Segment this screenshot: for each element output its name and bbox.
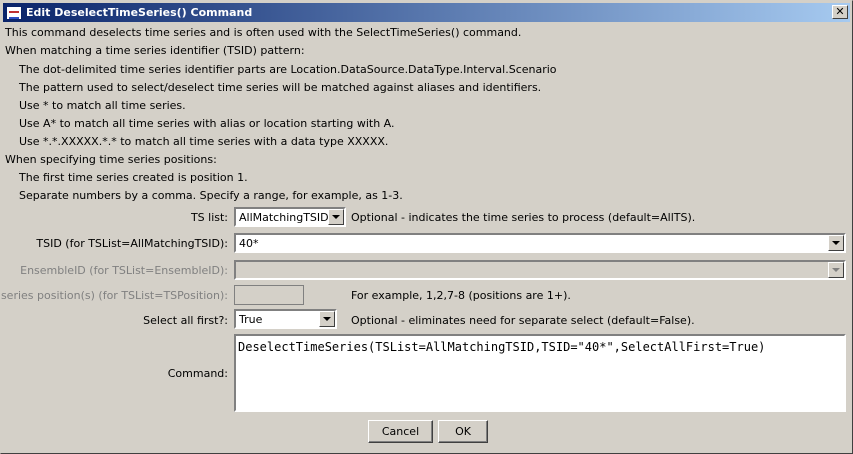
dialog-window: Edit DeselectTimeSeries() Command ✕ This… xyxy=(0,0,853,454)
ensemble-label: EnsembleID (for TSList=EnsembleID): xyxy=(20,264,228,277)
position-note: For example, 1,2,7-8 (positions are 1+). xyxy=(351,289,571,302)
chevron-down-icon[interactable] xyxy=(319,311,335,327)
tsid-combo[interactable]: 40* xyxy=(234,233,846,253)
command-textarea[interactable]: DeselectTimeSeries(TSList=AllMatchingTSI… xyxy=(234,334,846,412)
select-all-first-combo[interactable]: True xyxy=(234,309,337,329)
position-input[interactable] xyxy=(234,285,304,305)
command-label: Command: xyxy=(167,367,228,380)
chevron-down-icon[interactable] xyxy=(328,209,344,225)
description-line-9: The first time series created is positio… xyxy=(19,171,248,184)
cancel-button[interactable]: Cancel xyxy=(368,420,433,443)
tsid-value[interactable]: 40* xyxy=(236,237,828,250)
description-line-4: The pattern used to select/deselect time… xyxy=(19,81,542,94)
tslist-value: AllMatchingTSID xyxy=(239,210,328,224)
tslist-note: Optional - indicates the time series to … xyxy=(351,211,696,224)
app-icon xyxy=(6,5,22,20)
description-line-1: This command deselects time series and i… xyxy=(5,26,522,39)
chevron-down-icon[interactable] xyxy=(828,235,844,251)
position-label: Time series position(s) (for TSList=TSPo… xyxy=(0,289,228,302)
description-line-2: When matching a time series identifier (… xyxy=(5,44,305,57)
description-line-7: Use *.*.XXXXX.*.* to match all time seri… xyxy=(19,135,389,148)
tslist-label: TS list: xyxy=(190,211,228,224)
select-all-first-note: Optional - eliminates need for separate … xyxy=(351,314,695,327)
description-line-6: Use A* to match all time series with ali… xyxy=(19,117,395,130)
ok-button[interactable]: OK xyxy=(438,420,488,443)
description-line-3: The dot-delimited time series identifier… xyxy=(19,63,557,76)
description-line-10: Separate numbers by a comma. Specify a r… xyxy=(19,189,403,202)
window-title: Edit DeselectTimeSeries() Command xyxy=(26,6,253,19)
tsid-label: TSID (for TSList=AllMatchingTSID): xyxy=(36,237,228,250)
select-all-first-value: True xyxy=(239,312,263,326)
ensemble-combo[interactable] xyxy=(234,260,846,280)
description-line-8: When specifying time series positions: xyxy=(5,153,217,166)
description-line-5: Use * to match all time series. xyxy=(19,99,186,112)
select-all-first-label: Select all first?: xyxy=(143,314,228,327)
close-button[interactable]: ✕ xyxy=(832,5,848,19)
title-bar[interactable]: Edit DeselectTimeSeries() Command ✕ xyxy=(3,3,850,22)
tslist-combo[interactable]: AllMatchingTSID xyxy=(234,207,346,227)
chevron-down-icon[interactable] xyxy=(828,262,844,278)
